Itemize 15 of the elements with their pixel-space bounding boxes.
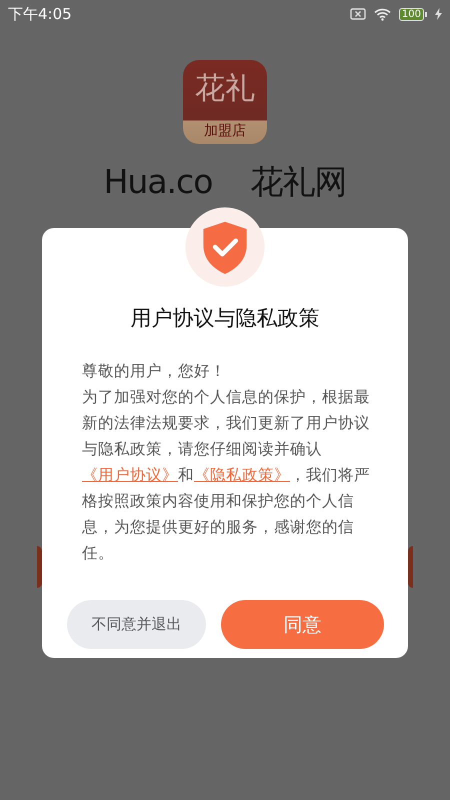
greeting-text: 尊敬的用户，您好！ [82,361,227,382]
agreement-text: 为了加强对您的个人信息的保护，根据最新的法律法规要求，我们更新了用户协议与隐私政策，请您仔细阅读并确认 《用户协议》和《隐私政策》，我们将严格按照政策内容使用和保护您的个人信息，为您提供更好的服务，感谢您的信任。 [82,387,371,564]
brand-name: 花礼网 [250,164,346,200]
dialog-title: 用户协议与隐私政策 [130,305,320,332]
no-sim-icon [350,8,366,20]
policy-link[interactable]: 《用户协议》 [82,466,178,484]
agree-button[interactable]: 同意 [221,600,384,649]
wifi-icon [374,8,391,20]
app-logo: 花礼 加盟店 [183,60,267,144]
clock-time: 下午4:05 [8,4,72,24]
policy-link[interactable]: 《隐私政策》 [194,466,290,484]
brand-name: Hua.co [104,164,212,200]
decline-button[interactable]: 不同意并退出 [67,600,206,649]
charging-icon [435,8,442,20]
battery-icon: 100 [398,8,427,20]
